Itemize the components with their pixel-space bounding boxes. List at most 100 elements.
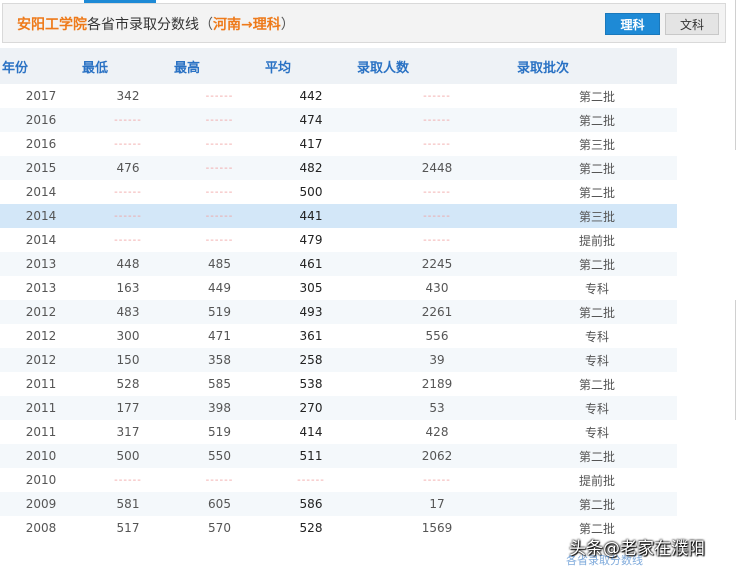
col-batch-cell: 第二批 [578, 185, 615, 200]
col-batch-cell: 第二批 [578, 377, 615, 392]
paren-close: ） [280, 17, 295, 33]
col-avg-cell: 474 [299, 113, 323, 127]
table-row: 2012 150 358 258 39 专科 [0, 348, 677, 372]
col-min-cell: 163 [116, 281, 140, 295]
paren-open: （ [199, 17, 213, 33]
col-count-cell: 39 [429, 353, 445, 367]
table-row: 2009 581 605 586 17 第二批 [0, 492, 677, 516]
table-row: 2012 300 471 361 556 专科 [0, 324, 677, 348]
tab-science[interactable]: 理科 [605, 13, 660, 35]
col-max-cell: ------ [205, 138, 234, 150]
col-year-cell: 2014 [25, 233, 57, 247]
col-max-cell: ------ [205, 186, 234, 198]
col-min-cell: ------ [114, 474, 142, 486]
col-min-cell: 300 [116, 329, 140, 343]
col-count-cell: 556 [425, 329, 449, 343]
col-avg-cell: 528 [299, 521, 323, 535]
col-count-cell: ------ [423, 90, 451, 102]
col-max-cell: 605 [208, 497, 231, 511]
col-count-cell: ------ [423, 234, 451, 246]
col-min-cell: ------ [114, 234, 142, 246]
col-count-cell: 2448 [421, 161, 453, 175]
col-max-cell: 519 [208, 425, 231, 439]
col-year-cell: 2014 [25, 185, 57, 199]
col-batch-cell: 第二批 [578, 257, 615, 272]
col-count-cell: ------ [423, 210, 451, 222]
col-count-cell: ------ [423, 186, 451, 198]
col-count-cell: 2062 [421, 449, 453, 463]
tab-arts[interactable]: 文科 [665, 13, 719, 35]
table-row: 2013 448 485 461 2245 第二批 [0, 252, 677, 276]
col-min-cell: ------ [114, 114, 142, 126]
col-max-cell: 471 [208, 329, 231, 343]
col-year-cell: 2011 [25, 377, 57, 391]
col-max-cell: 485 [208, 257, 231, 271]
col-batch-cell: 第三批 [578, 209, 615, 224]
col-avg-cell: 305 [299, 281, 323, 295]
col-year-header: 年份 [2, 60, 29, 76]
col-avg-cell: 511 [299, 449, 323, 463]
col-avg-cell: 270 [299, 401, 323, 415]
col-max-header: 最高 [174, 60, 201, 76]
col-max-cell: ------ [205, 90, 234, 102]
col-min-cell: 476 [116, 161, 140, 175]
col-max-cell: ------ [205, 210, 234, 222]
right-divider [735, 0, 736, 150]
col-year-cell: 2013 [25, 257, 57, 271]
table-row: 2015 476 ------ 482 2448 第二批 [0, 156, 677, 180]
col-year-cell: 2016 [25, 137, 57, 151]
col-year-cell: 2008 [25, 521, 57, 535]
col-batch-cell: 提前批 [578, 473, 615, 488]
col-min-header: 最低 [82, 60, 109, 76]
col-avg-cell: 441 [299, 209, 323, 223]
col-year-cell: 2012 [25, 305, 57, 319]
table-row: 2017 342 ------ 442 ------ 第二批 [0, 84, 677, 108]
col-avg-cell: 417 [299, 137, 323, 151]
table-row: 2014 ------ ------ 479 ------ 提前批 [0, 228, 677, 252]
col-count-cell: 2189 [421, 377, 453, 391]
score-table: 年份 最低 最高 平均 录取人数 录取批次 2017 342 ------ 442 ------ 第… [0, 48, 677, 540]
col-max-cell: 550 [208, 449, 231, 463]
col-count-header: 录取人数 [357, 60, 410, 76]
col-min-cell: 483 [116, 305, 140, 319]
col-min-cell: 342 [116, 89, 140, 103]
col-year-cell: 2011 [25, 425, 57, 439]
school-name[interactable]: 安阳工学院 [17, 17, 87, 33]
col-batch-cell: 第二批 [578, 113, 615, 128]
col-year-cell: 2010 [25, 473, 57, 487]
col-batch-cell: 专科 [584, 281, 609, 296]
right-divider-lower [735, 300, 736, 420]
col-count-cell: 430 [425, 281, 449, 295]
table-row: 2014 ------ ------ 441 ------ 第三批 [0, 204, 677, 228]
col-batch-cell: 第二批 [578, 497, 615, 512]
col-count-cell: 428 [425, 425, 449, 439]
col-avg-cell: 482 [299, 161, 323, 175]
col-batch-cell: 第二批 [578, 449, 615, 464]
col-batch-cell: 第二批 [578, 161, 615, 176]
col-avg-cell: 586 [299, 497, 323, 511]
table-row: 2010 500 550 511 2062 第二批 [0, 444, 677, 468]
col-avg-cell: 461 [299, 257, 323, 271]
col-count-cell: 2245 [421, 257, 453, 271]
page-title: 安阳工学院各省市录取分数线（河南→理科） [17, 14, 295, 34]
col-min-cell: ------ [114, 138, 142, 150]
col-min-cell: 448 [116, 257, 140, 271]
bottom-link[interactable]: 各省录取分数线 [566, 552, 643, 568]
table-row: 2012 483 519 493 2261 第二批 [0, 300, 677, 324]
col-max-cell: ------ [205, 474, 234, 486]
col-count-cell: ------ [423, 114, 451, 126]
col-count-cell: ------ [423, 474, 451, 486]
table-row: 2014 ------ ------ 500 ------ 第二批 [0, 180, 677, 204]
col-min-cell: 150 [116, 353, 140, 367]
col-max-cell: ------ [205, 234, 234, 246]
col-year-cell: 2014 [25, 209, 57, 223]
col-min-cell: 500 [116, 449, 140, 463]
col-batch-cell: 专科 [584, 329, 609, 344]
col-avg-cell: 500 [299, 185, 323, 199]
col-max-cell: 585 [208, 377, 231, 391]
col-batch-cell: 第二批 [578, 89, 615, 104]
region-subject: 河南→理科 [213, 17, 281, 33]
col-year-cell: 2013 [25, 281, 57, 295]
col-count-cell: 2261 [421, 305, 453, 319]
col-year-cell: 2015 [25, 161, 57, 175]
